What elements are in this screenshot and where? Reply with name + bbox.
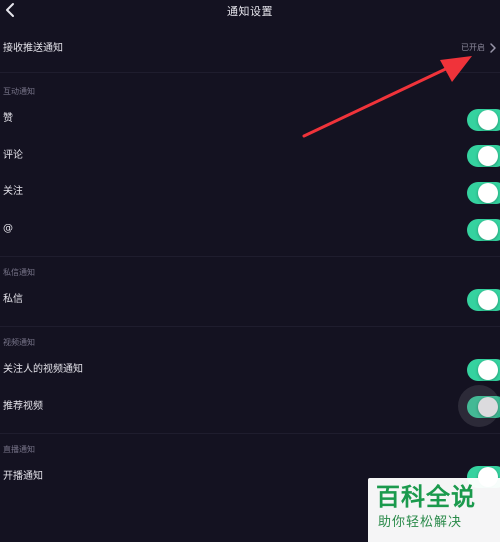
toggle-knob (478, 183, 498, 203)
receive-push-row-label[interactable]: 接收推送通知 (3, 42, 63, 56)
item-label-live-start: 开播通知 (3, 471, 43, 482)
item-label-recommended-videos: 推荐视频 (3, 401, 43, 412)
top-bar: 通知设置 (0, 0, 500, 22)
recommended-videos-toggle[interactable] (458, 385, 500, 427)
toggle-knob (478, 220, 498, 240)
mention-toggle[interactable] (467, 219, 500, 241)
item-label-mention: @ (3, 223, 13, 234)
toggle-knob (478, 110, 498, 130)
section-divider (0, 326, 500, 327)
item-label-comment: 评论 (3, 150, 23, 161)
item-label-following-videos: 关注人的视频通知 (3, 364, 83, 375)
section-divider (0, 433, 500, 434)
item-label-private-message: 私信 (3, 294, 23, 305)
red-arrow-annotation (302, 56, 472, 138)
section-title-live: 直播通知 (3, 445, 35, 454)
chevron-right-icon[interactable] (488, 42, 498, 54)
toggle-knob (478, 360, 498, 380)
page-title: 通知设置 (227, 5, 273, 18)
section-title-video: 视频通知 (3, 338, 35, 347)
private-message-toggle[interactable] (467, 289, 500, 311)
section-title-interaction: 互动通知 (3, 87, 35, 96)
comment-toggle[interactable] (467, 145, 500, 167)
watermark-logo: 百科全说 助你轻松解决 (368, 478, 500, 542)
toggle-knob (478, 397, 498, 417)
toggle-knob (478, 146, 498, 166)
following-videos-toggle[interactable] (467, 359, 500, 381)
item-label-follow: 关注 (3, 186, 23, 197)
watermark-title: 百科全说 (376, 483, 476, 511)
watermark-subtitle: 助你轻松解决 (378, 515, 463, 530)
toggle-knob (478, 290, 498, 310)
section-title-private-message: 私信通知 (3, 268, 35, 277)
section-divider (0, 256, 500, 257)
item-label-like: 赞 (3, 113, 13, 124)
follow-toggle[interactable] (467, 182, 500, 204)
